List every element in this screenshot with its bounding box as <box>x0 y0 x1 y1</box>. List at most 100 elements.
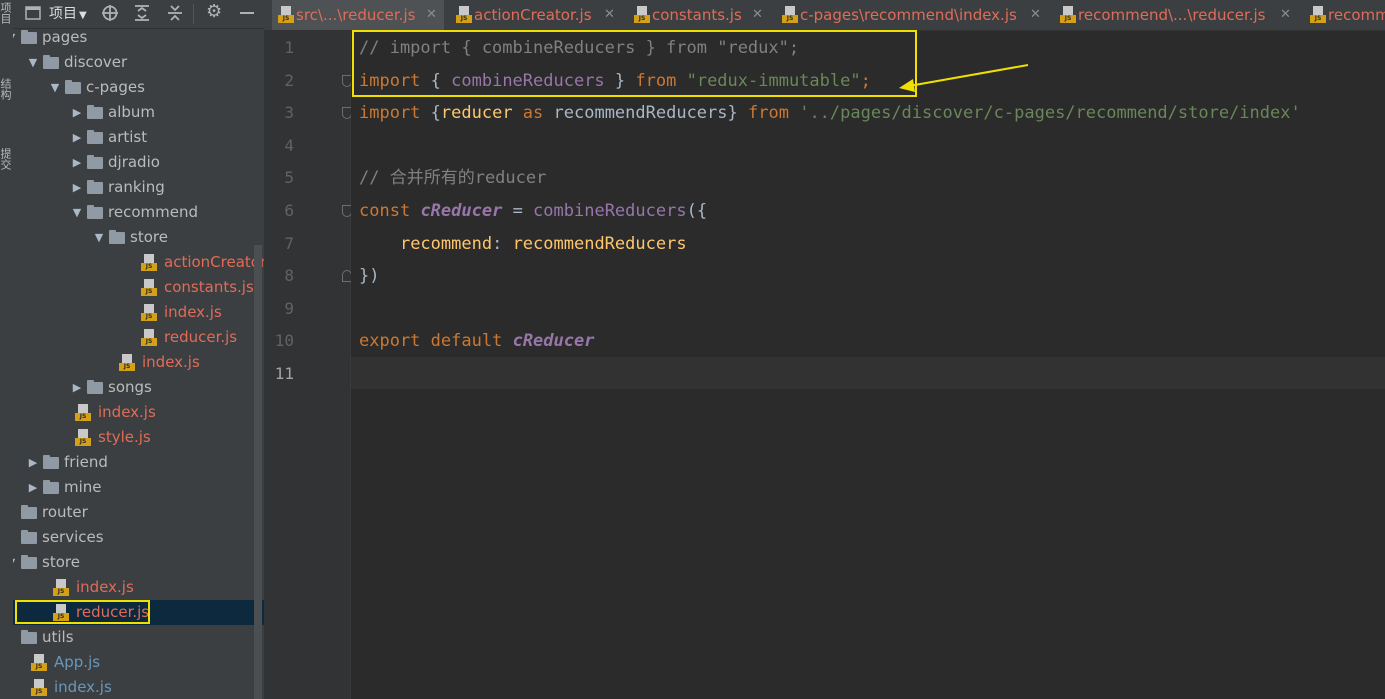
code-line: }) <box>359 260 379 292</box>
tree-folder-utils[interactable]: utils <box>13 625 264 650</box>
project-scrollbar[interactable] <box>254 245 262 699</box>
project-view-label: 项目 <box>49 6 77 22</box>
tree-folder-discover[interactable]: ▼ discover <box>13 50 264 75</box>
tree-file-index-js[interactable]: JS index.js <box>13 675 264 699</box>
code-token: : <box>492 233 513 254</box>
chevron-right-icon[interactable]: ▶ <box>71 100 83 125</box>
close-icon[interactable]: ✕ <box>752 0 763 30</box>
close-icon[interactable]: ✕ <box>604 0 615 30</box>
editor-tabs: JS src\...\reducer.js ✕ JS actionCreator.js ✕… <box>264 0 1385 31</box>
tree-folder-router[interactable]: router <box>13 500 264 525</box>
commit-tool-tab[interactable]: 提交 <box>0 148 12 170</box>
tree-item-label: index.js <box>54 678 112 696</box>
tree-folder-store[interactable]: ▼ store <box>13 550 264 575</box>
hide-panel-icon[interactable] <box>239 3 255 25</box>
tree-item-label: ranking <box>108 178 165 196</box>
editor-tab[interactable]: JS recomm <box>1304 0 1385 30</box>
tree-folder-djradio[interactable]: ▶ djradio <box>13 150 264 175</box>
chevron-right-icon[interactable]: ▶ <box>27 450 39 475</box>
editor-tab[interactable]: JS recommend\...\reducer.js ✕ <box>1054 0 1298 30</box>
tab-label: c-pages\recommend\index.js <box>800 6 1017 24</box>
tree-folder-store[interactable]: ▼ store <box>13 225 264 250</box>
editor-tab[interactable]: JS c-pages\recommend\index.js ✕ <box>776 0 1048 30</box>
selected-file-annotation <box>15 600 150 624</box>
project-view-icon[interactable] <box>25 5 41 25</box>
tree-file-App-js[interactable]: JS App.js <box>13 650 264 675</box>
chevron-down-icon[interactable]: ▼ <box>93 225 105 250</box>
tree-item-label: constants.js <box>164 278 254 296</box>
project-tool-tab[interactable]: 项目 <box>0 2 12 24</box>
tree-folder-songs[interactable]: ▶ songs <box>13 375 264 400</box>
editor-tab[interactable]: JS actionCreator.js ✕ <box>450 0 622 30</box>
chevron-down-icon[interactable]: ▼ <box>27 50 39 75</box>
tree-file-style-js[interactable]: JS style.js <box>13 425 264 450</box>
tree-folder-mine[interactable]: ▶ mine <box>13 475 264 500</box>
folder-icon <box>21 630 37 644</box>
tree-folder-services[interactable]: services <box>13 525 264 550</box>
chevron-right-icon[interactable]: ▶ <box>71 175 83 200</box>
close-icon[interactable]: ✕ <box>426 0 437 30</box>
close-icon[interactable]: ✕ <box>1030 0 1041 30</box>
chevron-down-icon[interactable]: ▼ <box>13 550 17 575</box>
tree-item-label: store <box>130 228 168 246</box>
js-file-icon: JS <box>141 304 157 321</box>
folder-icon <box>87 130 103 144</box>
tree-item-label: artist <box>108 128 148 146</box>
structure-tool-tab[interactable]: 结构 <box>0 78 12 100</box>
folder-icon <box>43 455 59 469</box>
js-file-icon: JS <box>31 679 47 696</box>
tree-folder-friend[interactable]: ▶ friend <box>13 450 264 475</box>
chevron-right-icon[interactable]: ▶ <box>71 375 83 400</box>
js-file-icon: JS <box>119 354 135 371</box>
chevron-right-icon[interactable]: ▶ <box>71 125 83 150</box>
tree-item-label: mine <box>64 478 102 496</box>
code-token: cReducer <box>420 201 503 221</box>
tree-file-index-js[interactable]: JS index.js <box>13 400 264 425</box>
code-editor[interactable]: // import { combineReducers } from "redu… <box>351 31 1385 699</box>
chevron-right-icon[interactable]: ▶ <box>27 475 39 500</box>
tree-file-reducer-js[interactable]: JS reducer.js <box>13 325 264 350</box>
tree-folder-ranking[interactable]: ▶ ranking <box>13 175 264 200</box>
editor-tab[interactable]: JS constants.js ✕ <box>628 0 770 30</box>
locate-file-icon[interactable] <box>101 4 119 26</box>
code-line: export default cReducer <box>359 325 594 357</box>
tab-label: recommend\...\reducer.js <box>1078 6 1266 24</box>
editor-tab[interactable]: JS src\...\reducer.js ✕ <box>272 0 444 30</box>
line-number: 5 <box>284 168 294 188</box>
js-file-icon: JS <box>31 654 47 671</box>
chevron-right-icon[interactable]: ▶ <box>71 150 83 175</box>
line-number: 7 <box>284 233 294 253</box>
tab-label: src\...\reducer.js <box>296 6 416 24</box>
tree-file-index-js[interactable]: JS index.js <box>13 300 264 325</box>
js-file-icon: JS <box>278 6 294 23</box>
tree-file-index-js[interactable]: JS index.js <box>13 350 264 375</box>
chevron-down-icon[interactable]: ▼ <box>71 200 83 225</box>
code-token: as <box>512 103 554 124</box>
expand-all-icon[interactable] <box>133 4 151 26</box>
js-file-icon: JS <box>141 279 157 296</box>
js-file-icon: JS <box>141 329 157 346</box>
tree-file-actionCreator-js[interactable]: JS actionCreator.js <box>13 250 264 275</box>
tree-folder-c-pages[interactable]: ▼ c-pages <box>13 75 264 100</box>
project-view-selector[interactable]: 项目 ▼ <box>49 5 87 25</box>
project-panel: ▼pages▼discover▼c-pages▶album▶artist▶djr… <box>13 0 264 699</box>
chevron-down-icon[interactable]: ▼ <box>49 75 61 100</box>
tree-file-constants-js[interactable]: JS constants.js <box>13 275 264 300</box>
tree-folder-recommend[interactable]: ▼ recommend <box>13 200 264 225</box>
close-icon[interactable]: ✕ <box>1280 0 1291 30</box>
code-token: recommendReducers <box>553 103 728 124</box>
tree-folder-artist[interactable]: ▶ artist <box>13 125 264 150</box>
tree-file-index-js[interactable]: JS index.js <box>13 575 264 600</box>
collapse-all-icon[interactable] <box>166 4 184 26</box>
code-token: } <box>727 103 748 124</box>
line-number: 2 <box>284 70 294 90</box>
tree-folder-album[interactable]: ▶ album <box>13 100 264 125</box>
js-file-icon: JS <box>141 254 157 271</box>
tree-item-label: recommend <box>108 203 198 221</box>
gear-icon[interactable]: ⚙ <box>206 3 222 21</box>
